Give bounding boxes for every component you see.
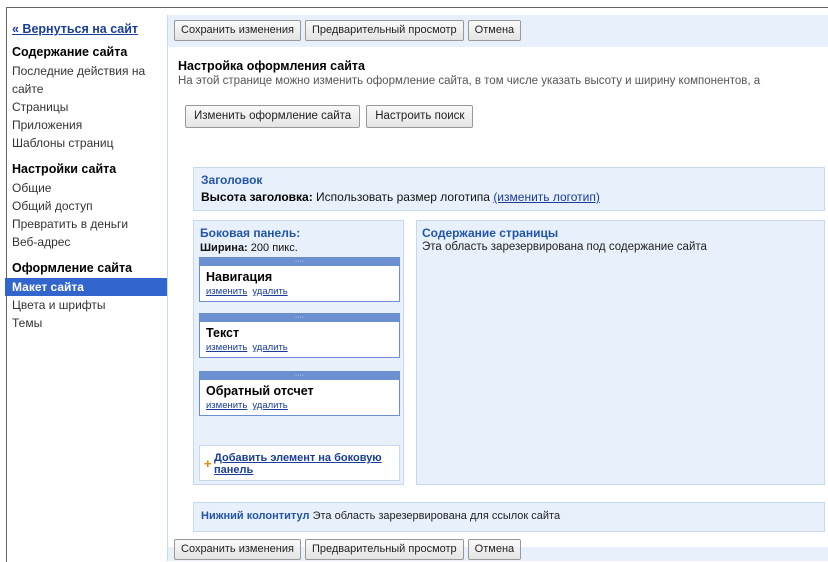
top-toolbar: Сохранить изменения Предварительный прос… — [174, 20, 522, 42]
widget-delete-link[interactable]: удалить — [252, 342, 287, 353]
widget-navigation[interactable]: ···· Навигация изменить удалить — [199, 257, 400, 302]
page-content-label: Содержание страницы — [422, 226, 559, 240]
sidebar-section-appearance: Оформление сайта — [12, 261, 133, 275]
plus-icon: + — [204, 456, 212, 471]
drag-handle-icon[interactable]: ···· — [200, 372, 399, 380]
add-widget-box: + Добавить элемент на боковую панель — [199, 445, 400, 481]
bottom-toolbar: Сохранить изменения Предварительный прос… — [174, 539, 522, 561]
widget-title: Обратный отсчет — [206, 384, 314, 398]
header-height-row: Высота заголовка: Использовать размер ло… — [201, 190, 600, 204]
header-height-value: Использовать размер логотипа — [316, 190, 490, 204]
sidebar-item-general[interactable]: Общие — [12, 179, 160, 197]
header-area[interactable]: Заголовок Высота заголовка: Использовать… — [193, 167, 825, 211]
sidebar-item-pages[interactable]: Страницы — [12, 98, 160, 116]
widget-edit-link[interactable]: изменить — [206, 400, 247, 411]
main-panel: Сохранить изменения Предварительный прос… — [167, 15, 828, 561]
sidebar-area: Боковая панель: Ширина: 200 пикс. ···· Н… — [193, 220, 404, 485]
layout-actions: Изменить оформление сайта Настроить поис… — [185, 105, 474, 128]
widget-links: изменить удалить — [200, 342, 399, 357]
widget-title: Навигация — [206, 270, 273, 284]
widget-links: изменить удалить — [200, 400, 399, 415]
sidebar-item-page-templates[interactable]: Шаблоны страниц — [12, 134, 160, 152]
page-content-description: Эта область зарезервирована под содержан… — [422, 241, 707, 253]
sidebar-item-site-layout[interactable]: Макет сайта — [5, 278, 167, 296]
footer-label: Нижний колонтитул — [201, 510, 310, 522]
page-title: Настройка оформления сайта — [178, 59, 365, 73]
drag-handle-icon[interactable]: ···· — [200, 258, 399, 266]
footer-row: Нижний колонтитул Эта область зарезервир… — [201, 510, 560, 522]
header-area-label: Заголовок — [201, 173, 263, 187]
preview-button[interactable]: Предварительный просмотр — [304, 20, 464, 41]
drag-handle-icon[interactable]: ···· — [200, 314, 399, 322]
sidebar-item-monetize[interactable]: Превратить в деньги — [12, 215, 160, 233]
footer-area[interactable]: Нижний колонтитул Эта область зарезервир… — [193, 502, 825, 532]
header-height-label: Высота заголовка: — [201, 190, 313, 204]
widget-delete-link[interactable]: удалить — [252, 286, 287, 297]
page-description: На этой странице можно изменить оформлен… — [178, 75, 761, 87]
page-content-area: Содержание страницы Эта область зарезерв… — [416, 220, 825, 485]
widget-text[interactable]: ···· Текст изменить удалить — [199, 313, 400, 358]
footer-description: Эта область зарезервирована для ссылок с… — [312, 510, 561, 522]
back-to-site-link[interactable]: « Вернуться на сайт — [12, 22, 160, 36]
widget-countdown[interactable]: ···· Обратный отсчет изменить удалить — [199, 371, 400, 416]
change-logo-link[interactable]: (изменить логотип) — [493, 190, 600, 204]
sidebar-item-colors-fonts[interactable]: Цвета и шрифты — [12, 296, 160, 314]
sidebar-item-attachments[interactable]: Приложения — [12, 116, 160, 134]
sidebar-item-themes[interactable]: Темы — [12, 314, 160, 332]
widget-edit-link[interactable]: изменить — [206, 286, 247, 297]
widget-delete-link[interactable]: удалить — [252, 400, 287, 411]
sidebar: « Вернуться на сайт Содержание сайта Пос… — [5, 22, 167, 332]
cancel-button[interactable]: Отмена — [467, 539, 522, 560]
layout-editor: Настройка оформления сайта На этой стран… — [168, 47, 828, 547]
add-widget-link[interactable]: Добавить элемент на боковую панель — [214, 452, 394, 476]
widget-title: Текст — [206, 326, 240, 340]
sidebar-width-value: 200 пикс. — [250, 242, 298, 254]
sidebar-item-web-address[interactable]: Веб-адрес — [12, 233, 160, 251]
sidebar-item-sharing[interactable]: Общий доступ — [12, 197, 160, 215]
save-changes-button[interactable]: Сохранить изменения — [174, 539, 301, 560]
sidebar-item-recent-activity[interactable]: Последние действия на сайте — [12, 62, 160, 98]
widget-links: изменить удалить — [200, 286, 399, 301]
cancel-button[interactable]: Отмена — [467, 20, 522, 41]
preview-button[interactable]: Предварительный просмотр — [304, 539, 464, 560]
save-changes-button[interactable]: Сохранить изменения — [174, 20, 301, 41]
sidebar-area-label[interactable]: Боковая панель: — [200, 226, 300, 240]
sidebar-width-label: Ширина: — [200, 242, 248, 254]
sidebar-section-settings: Настройки сайта — [12, 162, 117, 176]
sidebar-section-content: Содержание сайта — [12, 45, 128, 59]
configure-search-button[interactable]: Настроить поиск — [366, 105, 474, 128]
change-layout-button[interactable]: Изменить оформление сайта — [185, 105, 361, 128]
widget-edit-link[interactable]: изменить — [206, 342, 247, 353]
sidebar-width-row: Ширина: 200 пикс. — [200, 242, 298, 254]
